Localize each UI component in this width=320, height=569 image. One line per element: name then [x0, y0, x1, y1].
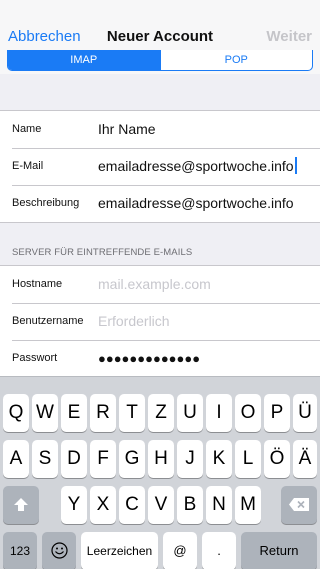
- key-m[interactable]: M: [235, 486, 261, 524]
- emoji-icon: [50, 542, 68, 560]
- shift-key[interactable]: [3, 486, 39, 524]
- key-z[interactable]: Z: [148, 394, 174, 432]
- key-u[interactable]: U: [177, 394, 203, 432]
- navigation-bar: Abbrechen Neuer Account Weiter IMAP POP: [0, 0, 320, 74]
- keyboard: Q W E R T Z U I O P Ü A S D F G H J K L …: [0, 376, 320, 569]
- key-v[interactable]: V: [148, 486, 174, 524]
- key-r[interactable]: R: [90, 394, 116, 432]
- space-key[interactable]: Leerzeichen: [81, 532, 158, 569]
- at-key[interactable]: @: [163, 532, 197, 569]
- name-row[interactable]: Name Ihr Name: [0, 111, 320, 148]
- delete-icon: [289, 498, 309, 512]
- account-type-segmented-control: IMAP POP: [7, 50, 313, 71]
- key-i[interactable]: I: [206, 394, 232, 432]
- description-row[interactable]: Beschreibung emailadresse@sportwoche.inf…: [0, 185, 320, 222]
- key-o[interactable]: O: [235, 394, 261, 432]
- description-label: Beschreibung: [12, 197, 80, 209]
- password-label: Passwort: [12, 352, 58, 364]
- return-key[interactable]: Return: [241, 532, 317, 569]
- key-e[interactable]: E: [61, 394, 87, 432]
- key-g[interactable]: G: [119, 440, 145, 478]
- key-c[interactable]: C: [119, 486, 145, 524]
- hostname-field[interactable]: mail.example.com: [98, 266, 211, 303]
- emoji-key[interactable]: [42, 532, 76, 569]
- key-x[interactable]: X: [90, 486, 116, 524]
- key-f[interactable]: F: [90, 440, 116, 478]
- delete-key[interactable]: [281, 486, 317, 524]
- email-field[interactable]: emailadresse@sportwoche.info: [98, 148, 297, 185]
- description-field[interactable]: emailadresse@sportwoche.info: [98, 185, 294, 222]
- key-d[interactable]: D: [61, 440, 87, 478]
- key-b[interactable]: B: [177, 486, 203, 524]
- username-row[interactable]: Benutzername Erforderlich: [0, 303, 320, 340]
- key-j[interactable]: J: [177, 440, 203, 478]
- key-ue[interactable]: Ü: [293, 394, 317, 432]
- next-button[interactable]: Weiter: [266, 28, 312, 45]
- email-value: emailadresse@sportwoche.info: [98, 158, 294, 174]
- key-h[interactable]: H: [148, 440, 174, 478]
- text-cursor: [294, 157, 297, 174]
- key-n[interactable]: N: [206, 486, 232, 524]
- key-t[interactable]: T: [119, 394, 145, 432]
- name-field[interactable]: Ihr Name: [98, 111, 156, 148]
- key-s[interactable]: S: [32, 440, 58, 478]
- email-label: E-Mail: [12, 160, 44, 172]
- segment-imap[interactable]: IMAP: [8, 50, 160, 70]
- password-field[interactable]: ●●●●●●●●●●●●●: [98, 340, 200, 377]
- key-a[interactable]: A: [3, 440, 29, 478]
- key-q[interactable]: Q: [3, 394, 29, 432]
- key-l[interactable]: L: [235, 440, 261, 478]
- incoming-server-group: Hostname mail.example.com Benutzername E…: [0, 265, 320, 378]
- hostname-row[interactable]: Hostname mail.example.com: [0, 266, 320, 303]
- key-y[interactable]: Y: [61, 486, 87, 524]
- shift-icon: [14, 497, 28, 511]
- dot-key[interactable]: .: [202, 532, 236, 569]
- numbers-key[interactable]: 123: [3, 532, 37, 569]
- hostname-label: Hostname: [12, 278, 63, 290]
- incoming-server-header: SERVER FÜR EINTREFFENDE E-MAILS: [12, 247, 193, 258]
- key-oe[interactable]: Ö: [264, 440, 290, 478]
- account-info-group: Name Ihr Name E-Mail emailadresse@sportw…: [0, 110, 320, 223]
- key-k[interactable]: K: [206, 440, 232, 478]
- password-row[interactable]: Passwort ●●●●●●●●●●●●●: [0, 340, 320, 377]
- segment-pop[interactable]: POP: [159, 50, 313, 70]
- name-label: Name: [12, 123, 42, 135]
- key-w[interactable]: W: [32, 394, 58, 432]
- key-ae[interactable]: Ä: [293, 440, 317, 478]
- username-label: Benutzername: [12, 315, 84, 327]
- username-field[interactable]: Erforderlich: [98, 303, 170, 340]
- email-row[interactable]: E-Mail emailadresse@sportwoche.info: [0, 148, 320, 185]
- key-p[interactable]: P: [264, 394, 290, 432]
